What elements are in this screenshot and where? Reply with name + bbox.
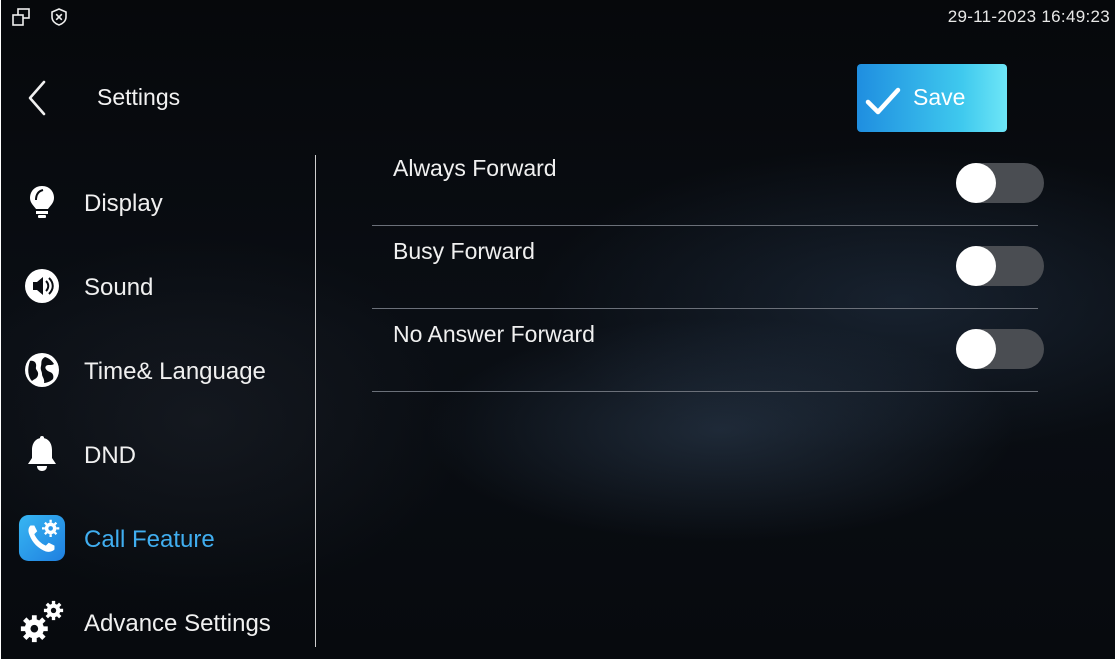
toggle-knob — [956, 329, 996, 369]
shield-x-icon — [51, 8, 67, 26]
sidebar-item-sound[interactable]: Sound — [18, 262, 308, 322]
save-label: Save — [913, 84, 966, 110]
save-button[interactable]: Save — [857, 64, 1007, 132]
windows-icon — [12, 8, 30, 26]
setting-label: Always Forward — [393, 155, 557, 181]
setting-row-busy-forward: Busy Forward — [372, 224, 1044, 309]
bell-icon — [18, 430, 66, 478]
datetime: 29-11-2023 16:49:23 — [947, 7, 1110, 26]
status-bar: 29-11-2023 16:49:23 — [0, 0, 1116, 32]
sidebar-item-label: Time& Language — [84, 358, 266, 385]
sidebar-item-label: Display — [84, 190, 163, 217]
sidebar-item-advance-settings[interactable]: Advance Settings — [18, 598, 308, 658]
sidebar-divider — [315, 155, 316, 647]
busy-forward-toggle[interactable] — [956, 246, 1044, 286]
sidebar-item-label: DND — [84, 442, 136, 469]
gears-icon — [18, 598, 66, 646]
sidebar-item-label: Sound — [84, 274, 154, 301]
sidebar-item-label: Call Feature — [84, 526, 215, 553]
sidebar-item-label: Advance Settings — [84, 610, 271, 637]
toggle-knob — [956, 163, 996, 203]
toggle-knob — [956, 246, 996, 286]
sidebar-item-dnd[interactable]: DND — [18, 430, 308, 490]
setting-label: Busy Forward — [393, 238, 535, 264]
setting-row-no-answer-forward: No Answer Forward — [372, 307, 1044, 392]
checkmark-icon — [865, 87, 901, 115]
lightbulb-icon — [18, 178, 66, 226]
page-title: Settings — [97, 84, 181, 110]
sidebar-item-time-language[interactable]: Time& Language — [18, 346, 308, 406]
setting-label: No Answer Forward — [393, 321, 595, 347]
speaker-icon — [18, 262, 66, 310]
always-forward-toggle[interactable] — [956, 163, 1044, 203]
globe-icon — [18, 346, 66, 394]
phone-settings-icon — [18, 514, 66, 562]
no-answer-forward-toggle[interactable] — [956, 329, 1044, 369]
chevron-left-icon — [28, 80, 46, 116]
setting-row-always-forward: Always Forward — [372, 141, 1044, 226]
sidebar-item-call-feature[interactable]: Call Feature — [18, 514, 308, 574]
sidebar-item-display[interactable]: Display — [18, 178, 308, 238]
back-button[interactable] — [22, 78, 56, 118]
